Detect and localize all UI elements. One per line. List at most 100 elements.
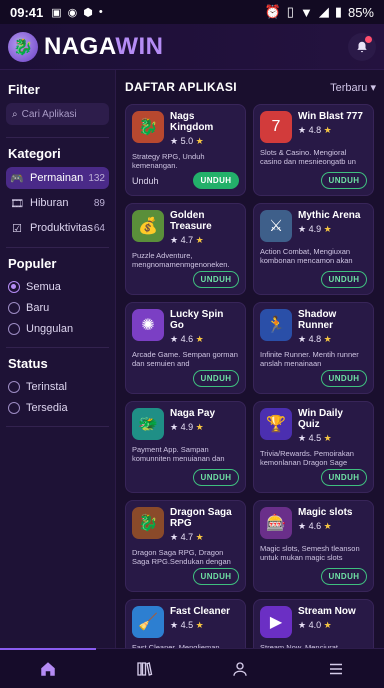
star-icon: ★ <box>323 433 332 443</box>
app-description: Slots & Casino. Mengioral casino dan mes… <box>260 148 356 166</box>
app-description: Arcade Game. Sempan gorman dan semuien a… <box>132 350 238 368</box>
app-name: Win Daily Quiz <box>298 408 343 430</box>
filter-sidebar: Filter ⌕ Cari Aplikasi Kategori 🎮 Permai… <box>0 70 116 648</box>
star-icon: ★ <box>195 136 204 146</box>
download-button[interactable]: UNDUH <box>321 568 367 585</box>
download-button[interactable]: UNDUH <box>321 469 367 486</box>
category-item-permainan[interactable]: 🎮 Permainan 132 <box>6 167 109 189</box>
dragon-logo-icon: 🐉 <box>8 31 38 62</box>
vibrate-icon: ▯ <box>286 4 294 19</box>
app-name: Shadow Runner <box>298 309 337 331</box>
rating-value: 4.7 <box>180 532 194 542</box>
divider <box>6 137 109 138</box>
status-title: Status <box>8 356 48 371</box>
nav-library[interactable] <box>96 649 192 688</box>
app-rating: ★ 4.5 ★ <box>298 433 332 443</box>
nav-menu[interactable] <box>288 649 384 688</box>
search-input[interactable]: ⌕ Cari Aplikasi <box>6 103 109 125</box>
app-card[interactable]: 🎰 Magic slots ★ 4.6 ★ Magic slots, Semes… <box>253 500 374 592</box>
brand-logo: NAGAWIN <box>44 32 164 60</box>
app-description: Magic slots, Semesh tleanson untuk mukan… <box>260 544 360 562</box>
radio-baru[interactable]: Baru <box>6 298 109 318</box>
radio-unggulan[interactable]: Unggulan <box>6 319 109 339</box>
app-description: Puzzle Adventure, mengnomamenmgenoneken. <box>132 251 230 269</box>
radio-semua[interactable]: Semua <box>6 277 109 297</box>
app-name: Golden Treasure <box>170 210 212 232</box>
download-button[interactable]: UNDUH <box>193 568 239 585</box>
download-button[interactable]: UNDUH <box>321 370 367 387</box>
gamepad-icon: 🎮 <box>10 172 24 185</box>
download-button[interactable]: UNDUH <box>193 469 239 486</box>
notification-button[interactable] <box>348 32 376 61</box>
app-rating: ★ 4.6 ★ <box>170 334 204 344</box>
nav-profile[interactable] <box>192 649 288 688</box>
signal-icon: ◢ <box>318 4 329 19</box>
notification-dot <box>365 35 372 43</box>
radio-terinstal[interactable]: Terinstal <box>6 377 109 397</box>
star-icon: ★ <box>195 334 204 344</box>
bottom-navigation <box>0 648 384 688</box>
slot-icon: 7 <box>260 111 292 143</box>
rating-value: 4.6 <box>308 521 322 531</box>
app-card[interactable]: 🏃 Shadow Runner ★ 4.8 ★ Infinite Runner.… <box>253 302 374 394</box>
film-icon: 🎞 <box>10 197 24 210</box>
divider <box>6 426 109 427</box>
category-title: Kategori <box>8 146 61 161</box>
app-rating: ★ 5.0 ★ <box>170 136 204 146</box>
category-label: Produktivitas <box>30 222 93 234</box>
app-card[interactable]: 🐉 Nags Kingdom ★ 5.0 ★ Strategy RPG, Und… <box>125 104 246 196</box>
app-grid: 🐉 Nags Kingdom ★ 5.0 ★ Strategy RPG, Und… <box>125 104 376 648</box>
radio-tersedia[interactable]: Tersedia <box>6 398 109 418</box>
rating-value: 4.0 <box>308 620 322 630</box>
app-rating: ★ 4.9 ★ <box>170 422 204 432</box>
rating-value: 4.5 <box>308 433 322 443</box>
radio-empty-icon <box>8 323 20 335</box>
rating-value: 4.5 <box>180 620 194 630</box>
category-label: Permainan <box>30 172 84 184</box>
star-icon: ★ <box>195 620 204 630</box>
sort-dropdown[interactable]: Terbaru ▾ <box>330 81 376 94</box>
app-name: Win Blast 777 <box>298 111 363 122</box>
category-label: Hiburan <box>30 197 69 209</box>
download-button[interactable]: UNDUH <box>193 370 239 387</box>
app-card[interactable]: ⚔ Mythic Arena ★ 4.9 ★ Action Combat, Me… <box>253 203 374 295</box>
app-card[interactable]: 🐉 Dragon Saga RPG ★ 4.7 ★ Dragon Saga RP… <box>125 500 246 592</box>
star-icon: ★ <box>323 334 332 344</box>
rating-value: 5.0 <box>180 136 194 146</box>
battery-level: 85% <box>347 4 374 20</box>
checkbox-icon: ☑ <box>12 222 22 235</box>
app-card[interactable]: 🐲 Naga Pay ★ 4.9 ★ Payment App. Sampan k… <box>125 401 246 493</box>
category-item-hiburan[interactable]: 🎞 Hiburan 89 <box>6 192 109 214</box>
download-button[interactable]: UNDUH <box>321 271 367 288</box>
app-card[interactable]: ✺ Lucky Spin Go ★ 4.6 ★ Arcade Game. Sem… <box>125 302 246 394</box>
app-card[interactable]: 🏆 Win Daily Quiz ★ 4.5 ★ Trivia/Rewards.… <box>253 401 374 493</box>
app-rating: ★ 4.5 ★ <box>170 620 204 630</box>
treasure-icon: 💰 <box>132 210 164 242</box>
dragon-saga-icon: 🐉 <box>132 507 164 539</box>
star-icon: ★ <box>195 532 204 542</box>
download-button[interactable]: UNDUH <box>193 271 239 288</box>
search-placeholder: Cari Aplikasi <box>21 108 77 120</box>
app-card[interactable]: 💰 Golden Treasure ★ 4.7 ★ Puzzle Adventu… <box>125 203 246 295</box>
status-time: 09:41 <box>10 4 44 20</box>
download-button[interactable]: UNDUH <box>193 172 239 189</box>
dragon-icon: 🐉 <box>132 111 164 143</box>
app-name: Dragon Saga RPG <box>170 507 232 529</box>
app-description: Dragon Saga RPG, Dragon Saga RPG.Senduka… <box>132 548 231 566</box>
app-rating: ★ 4.0 ★ <box>298 620 332 630</box>
app-card[interactable]: 7 Win Blast 777 ★ 4.8 ★ Slots & Casino. … <box>253 104 374 196</box>
star-icon: ★ <box>195 235 204 245</box>
radio-label: Unggulan <box>26 323 74 335</box>
radio-label: Baru <box>26 302 50 314</box>
wheel-icon: ✺ <box>132 309 164 341</box>
nav-home[interactable] <box>0 648 96 688</box>
status-bar: 09:41 ▣ ◉ ⬢ • ⏰ ▯ ▼ ◢ ▮ 85% <box>0 0 384 24</box>
download-button[interactable]: UNDUH <box>321 172 367 189</box>
star-icon: ★ <box>323 521 332 531</box>
wifi-icon: ▼ <box>299 4 313 20</box>
app-card[interactable]: ▶ Stream Now ★ 4.0 ★ Stream Now, Menciur… <box>253 599 374 648</box>
rating-value: 4.7 <box>180 235 194 245</box>
app-list-title: DAFTAR APLIKASI <box>125 80 237 94</box>
app-card[interactable]: 🧹 Fast Cleaner ★ 4.5 ★ Fast Cleaner, Men… <box>125 599 246 648</box>
category-item-produktivitas[interactable]: ☑ Produktivitas 64 <box>6 217 109 239</box>
